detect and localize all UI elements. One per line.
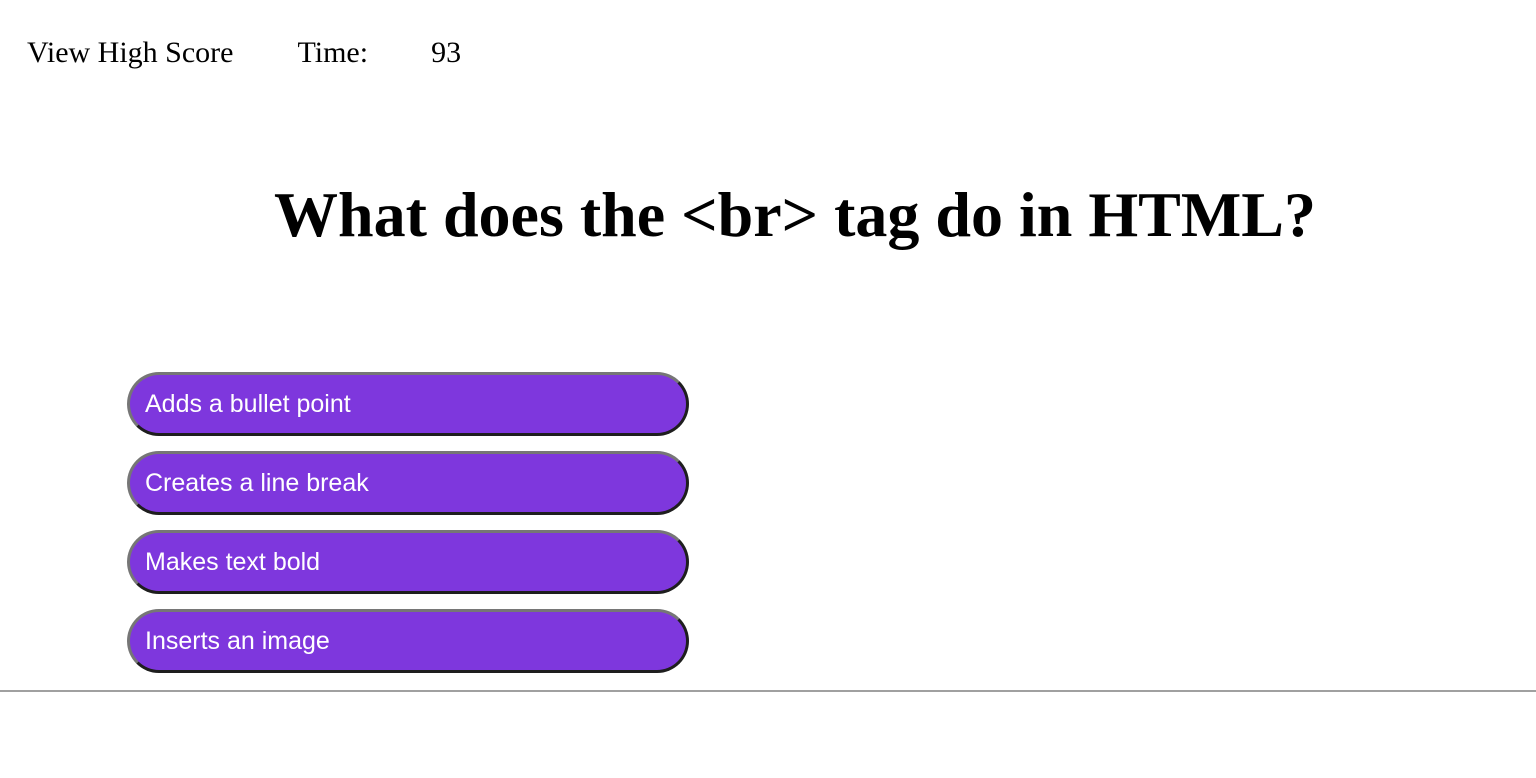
quiz-page: View High Score Time: 93 What does the <… (0, 0, 1536, 778)
time-label: Time: (297, 36, 369, 69)
question-title: What does the <br> tag do in HTML? (274, 179, 1316, 250)
answer-button-3[interactable]: Makes text bold (127, 530, 689, 594)
view-high-score-link[interactable]: View High Score (27, 36, 233, 70)
answer-button-2[interactable]: Creates a line break (127, 451, 689, 515)
answer-list: Adds a bullet point Creates a line break… (127, 372, 689, 673)
top-bar: View High Score Time: 93 (27, 36, 461, 70)
answer-button-4[interactable]: Inserts an image (127, 609, 689, 673)
time-value: 93 (431, 36, 462, 69)
horizontal-divider (0, 690, 1536, 692)
answer-button-1[interactable]: Adds a bullet point (127, 372, 689, 436)
